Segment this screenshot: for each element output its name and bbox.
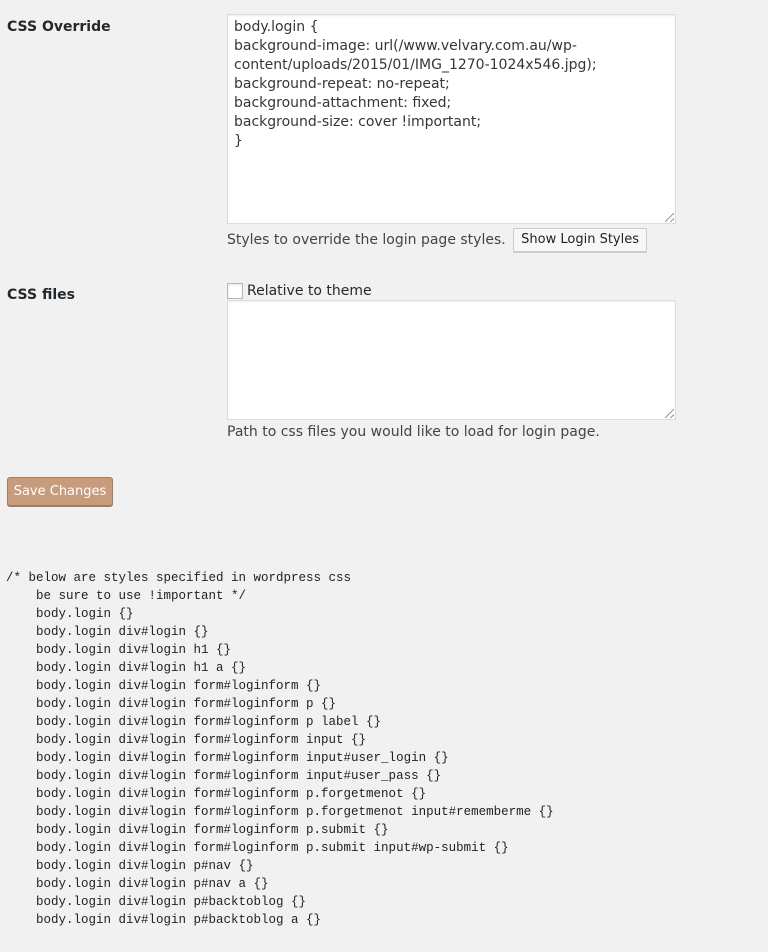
resize-grip-icon[interactable] — [665, 213, 674, 222]
css-override-description-row: Styles to override the login page styles… — [227, 228, 647, 252]
relative-to-theme-checkbox[interactable] — [227, 283, 243, 299]
wordpress-styles-reference: /* below are styles specified in wordpre… — [6, 571, 554, 927]
css-override-textarea[interactable]: body.login { background-image: url(/www.… — [227, 14, 676, 224]
resize-grip-icon[interactable] — [665, 409, 674, 418]
css-files-textarea[interactable] — [227, 300, 676, 420]
show-login-styles-button[interactable]: Show Login Styles — [513, 228, 647, 252]
css-files-description: Path to css files you would like to load… — [227, 424, 600, 440]
css-override-text[interactable]: body.login { background-image: url(/www.… — [228, 15, 675, 154]
save-changes-button[interactable]: Save Changes — [7, 477, 113, 506]
css-files-text[interactable] — [228, 301, 675, 307]
relative-to-theme-label[interactable]: Relative to theme — [247, 283, 372, 299]
css-override-label: CSS Override — [7, 19, 111, 35]
css-override-description: Styles to override the login page styles… — [227, 232, 506, 248]
css-files-label: CSS files — [7, 287, 75, 303]
relative-to-theme-option[interactable]: Relative to theme — [227, 283, 372, 299]
